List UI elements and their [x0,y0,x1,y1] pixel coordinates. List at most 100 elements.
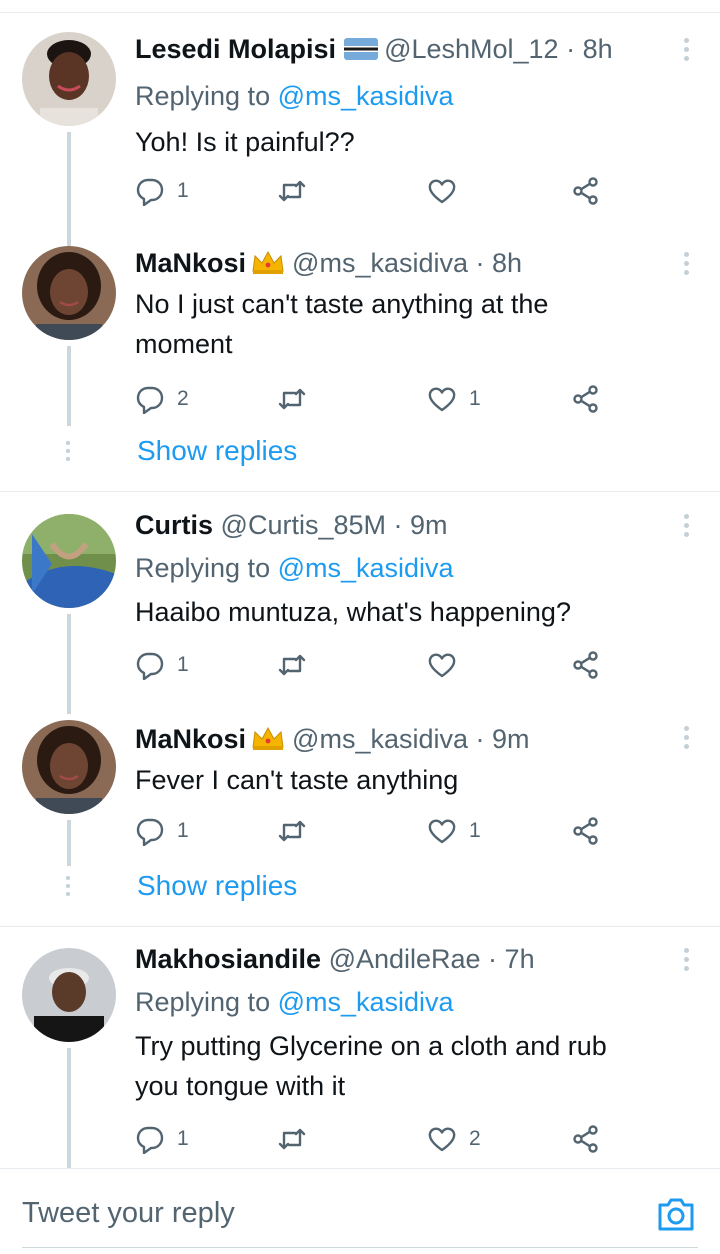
retweet-button[interactable] [277,174,307,208]
share-button[interactable] [571,814,601,848]
like-count: 1 [469,819,481,842]
share-icon [573,1125,598,1153]
like-count: 1 [469,387,481,410]
reply-icon [136,386,164,414]
replying-to: Replying to @ms_kasidiva [135,987,454,1017]
thread-line [67,1048,71,1168]
input-underline [22,1247,698,1248]
tweet-text: No I just can't taste anything at the mo… [135,289,549,359]
avatar-image [22,246,116,340]
reply-button[interactable]: 1 [135,174,189,208]
like-button[interactable]: 2 [427,1122,481,1156]
thread-line [67,132,71,260]
author-name[interactable]: Curtis [135,510,213,540]
author-handle-time[interactable]: @ms_kasidiva · 9m [292,724,529,754]
author-name[interactable]: MaNkosi [135,724,246,754]
reply-button[interactable]: 1 [135,814,189,848]
thread-line [67,614,71,714]
avatar[interactable] [22,948,116,1042]
share-icon [573,385,598,413]
camera-icon[interactable] [656,1195,696,1233]
reply-composer: Tweet your reply [0,1168,720,1254]
author-name[interactable]: Makhosiandile [135,944,321,974]
more-options-icon[interactable] [682,38,690,68]
tweet-text: Yoh! Is it painful?? [135,127,355,157]
avatar[interactable] [22,720,116,814]
top-divider [0,12,720,13]
mention-link[interactable]: @ms_kasidiva [278,553,454,583]
share-button[interactable] [571,382,601,416]
tweet-text: Fever I can't taste anything [135,765,459,795]
thread-continuation-dots [66,876,72,900]
mention-link[interactable]: @ms_kasidiva [278,987,454,1017]
botswana-flag-icon [344,38,379,60]
heart-icon [428,387,456,412]
retweet-button[interactable] [277,648,307,682]
reply-button[interactable]: 1 [135,1122,189,1156]
replying-to: Replying to @ms_kasidiva [135,81,454,111]
retweet-icon [278,820,306,842]
reply-icon [136,818,164,846]
like-count: 2 [469,1127,481,1150]
author-name[interactable]: MaNkosi [135,248,246,278]
show-replies-link[interactable]: Show replies [137,433,297,469]
retweet-button[interactable] [277,382,307,416]
show-replies-link[interactable]: Show replies [137,868,297,904]
author-handle-time[interactable]: @Curtis_85M · 9m [221,510,448,540]
thread-divider [0,926,720,927]
crown-emoji-icon [252,726,284,750]
avatar[interactable] [22,246,116,340]
thread-continuation-dots [66,441,72,465]
heart-icon [428,179,456,204]
crown-emoji-icon [252,250,284,274]
retweet-icon [278,388,306,410]
share-button[interactable] [571,174,601,208]
thread-line [67,820,71,866]
reply-count: 2 [177,387,189,410]
reply-icon [136,178,164,206]
retweet-button[interactable] [277,814,307,848]
avatar-image [22,948,116,1042]
author-name[interactable]: Lesedi Molapisi [135,34,336,64]
avatar[interactable] [22,514,116,608]
more-options-icon[interactable] [682,514,690,544]
like-button[interactable] [427,648,469,682]
avatar-image [22,32,116,126]
share-icon [573,177,598,205]
retweet-icon [278,1128,306,1150]
retweet-icon [278,654,306,676]
share-button[interactable] [571,1122,601,1156]
more-options-icon[interactable] [682,948,690,978]
retweet-icon [278,180,306,202]
author-handle-time[interactable]: @ms_kasidiva · 8h [292,248,522,278]
tweet-text: Try putting Glycerine on a cloth and rub… [135,1031,607,1101]
like-button[interactable]: 1 [427,382,481,416]
share-icon [573,817,598,845]
share-icon [573,651,598,679]
reply-button[interactable]: 2 [135,382,189,416]
avatar-image [22,720,116,814]
more-options-icon[interactable] [682,726,690,756]
thread-divider [0,491,720,492]
heart-icon [428,653,456,678]
more-options-icon[interactable] [682,252,690,282]
tweet-reply-input[interactable]: Tweet your reply [22,1197,235,1230]
replying-to: Replying to @ms_kasidiva [135,553,454,583]
mention-link[interactable]: @ms_kasidiva [278,81,454,111]
avatar[interactable] [22,32,116,126]
author-handle-time[interactable]: @LeshMol_12 · 8h [384,34,613,64]
reply-count: 1 [177,1127,189,1150]
reply-icon [136,1126,164,1154]
like-button[interactable] [427,174,469,208]
thread-line [67,346,71,426]
retweet-button[interactable] [277,1122,307,1156]
reply-count: 1 [177,819,189,842]
tweet-text: Haaibo muntuza, what's happening? [135,597,571,627]
avatar-image [22,514,116,608]
author-handle-time[interactable]: @AndileRae · 7h [329,944,535,974]
heart-icon [428,1127,456,1152]
reply-icon [136,652,164,680]
share-button[interactable] [571,648,601,682]
reply-button[interactable]: 1 [135,648,189,682]
like-button[interactable]: 1 [427,814,481,848]
